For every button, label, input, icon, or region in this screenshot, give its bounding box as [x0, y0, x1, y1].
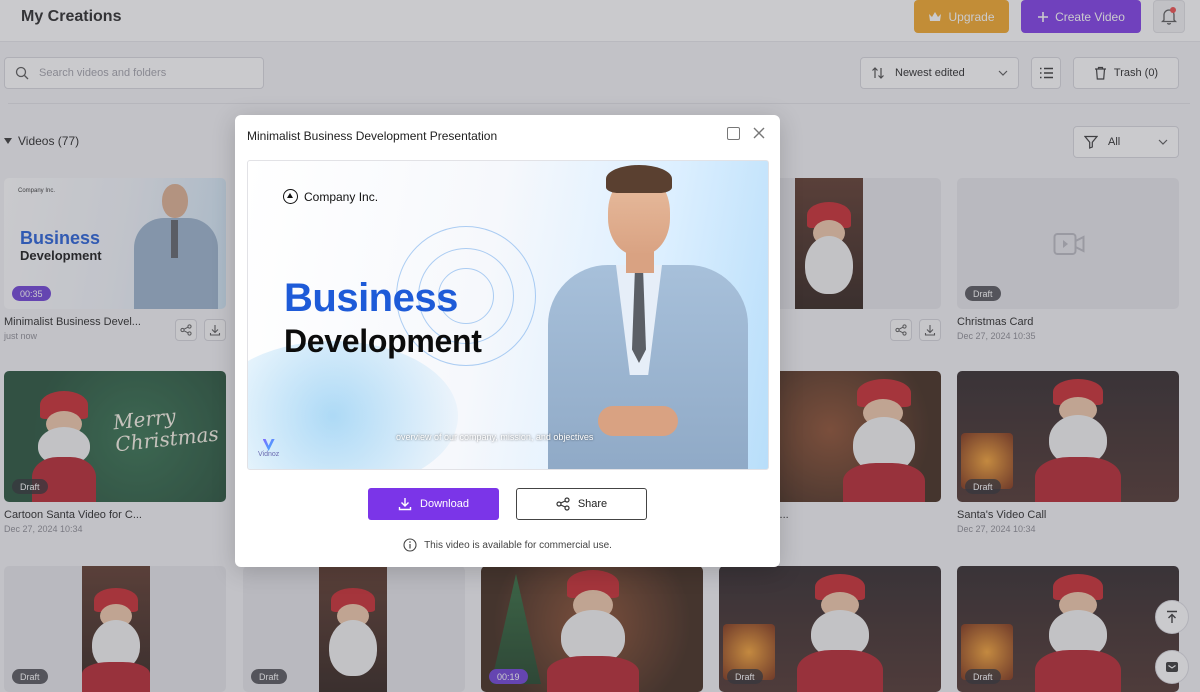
share-label: Share: [577, 498, 608, 510]
preview-headline: Business: [284, 276, 458, 320]
commercial-use-note: This video is available for commercial u…: [235, 538, 780, 552]
download-button[interactable]: Download: [368, 488, 499, 520]
company-name: Company Inc.: [304, 189, 379, 204]
maximize-icon[interactable]: [727, 127, 740, 140]
brand-watermark: Vidnoz: [258, 439, 279, 458]
download-label: Download: [420, 498, 469, 510]
app-root: My Creations Upgrade Create Video Newest…: [0, 0, 1200, 692]
company-logo: Company Inc.: [283, 189, 378, 204]
modal-title: Minimalist Business Development Presenta…: [247, 129, 498, 143]
download-icon: [398, 498, 412, 511]
close-icon[interactable]: [751, 125, 767, 141]
video-subtitle: overview of our company, mission, and ob…: [396, 432, 594, 442]
company-logo-icon: [283, 189, 298, 204]
info-icon: [403, 538, 417, 552]
video-preview-modal: Minimalist Business Development Presenta…: [235, 115, 780, 567]
share-icon: [556, 497, 570, 511]
commercial-use-text: This video is available for commercial u…: [424, 539, 612, 551]
share-button[interactable]: Share: [516, 488, 647, 520]
video-player[interactable]: Company Inc. Business Development overvi…: [247, 160, 769, 470]
presenter-avatar: [538, 161, 768, 469]
vidnoz-logo-icon: [262, 439, 275, 451]
brand-name: Vidnoz: [258, 451, 280, 458]
preview-subheadline: Development: [284, 323, 482, 359]
